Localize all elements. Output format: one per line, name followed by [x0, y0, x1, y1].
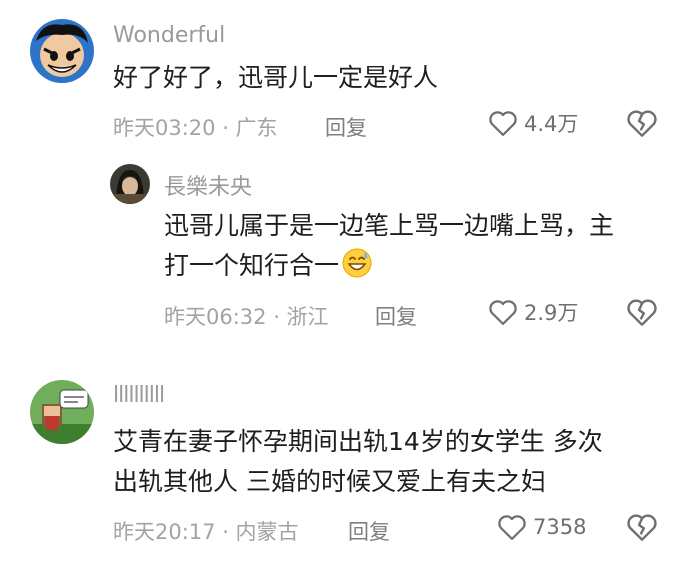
reply-text-line-2: 打一个知行合一	[164, 246, 614, 286]
heart-icon	[497, 513, 527, 541]
reply-button[interactable]: 回复	[325, 112, 367, 142]
comment-text: 艾青在妻子怀孕期间出轨14岁的女学生 多次 出轨其他人 三婚的时候又爱上有夫之妇	[113, 422, 603, 502]
dislike-broken-heart-icon[interactable]	[626, 297, 658, 327]
like-count: 7358	[533, 515, 587, 539]
reply-button[interactable]: 回复	[375, 301, 417, 331]
like-button[interactable]: 2.9万	[488, 297, 578, 327]
like-button[interactable]: 7358	[497, 512, 586, 542]
like-count: 4.4万	[524, 112, 579, 136]
portrait-avatar-icon[interactable]	[110, 164, 150, 204]
comment-text-line: 好了好了，迅哥儿一定是好人	[113, 63, 439, 92]
grinning-sweat-emoji-icon	[342, 248, 372, 278]
comment-username[interactable]: llllllllll	[113, 383, 165, 408]
comment-username[interactable]: Wonderful	[113, 23, 225, 48]
pixel-character-avatar-icon[interactable]	[30, 380, 94, 444]
comment-text-line: 艾青在妻子怀孕期间出轨14岁的女学生 多次	[113, 427, 603, 456]
reply-time-location: 昨天06:32 · 浙江	[164, 305, 329, 329]
heart-icon	[488, 298, 518, 326]
heart-icon	[488, 109, 518, 137]
reply-text: 迅哥儿属于是一边笔上骂一边嘴上骂，主 打一个知行合一	[164, 206, 614, 286]
dislike-broken-heart-icon[interactable]	[626, 512, 658, 542]
comment-time-location: 昨天20:17 · 内蒙古	[113, 520, 299, 544]
comment-time-location: 昨天03:20 · 广东	[113, 116, 278, 140]
reply-text-line: 迅哥儿属于是一边笔上骂一边嘴上骂，主	[164, 211, 615, 240]
comment-text: 好了好了，迅哥儿一定是好人	[113, 58, 438, 98]
like-count: 2.9万	[524, 301, 579, 325]
like-button[interactable]: 4.4万	[488, 108, 578, 138]
reply-button[interactable]: 回复	[348, 516, 390, 546]
dislike-broken-heart-icon[interactable]	[626, 108, 658, 138]
cartoon-avatar-icon[interactable]	[30, 19, 94, 83]
reply-username[interactable]: 長樂未央	[164, 169, 252, 201]
comment-text-line-2: 出轨其他人 三婚的时候又爱上有夫之妇	[113, 467, 546, 496]
